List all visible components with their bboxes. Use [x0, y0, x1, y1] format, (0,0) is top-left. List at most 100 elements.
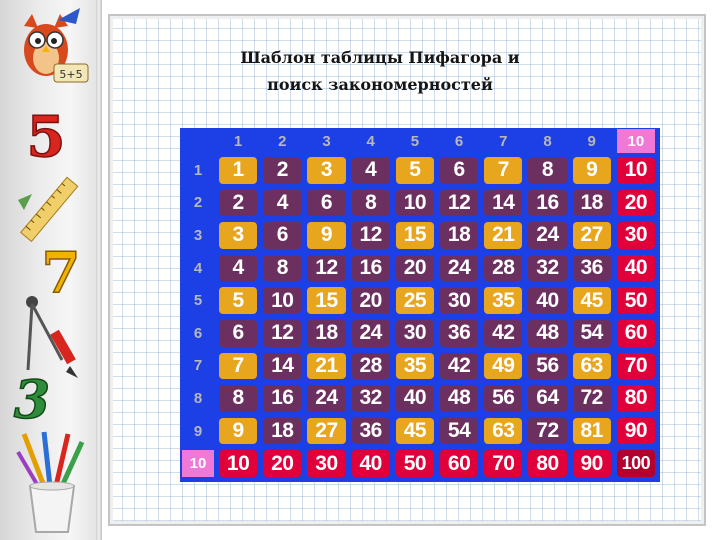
column-header: 5	[410, 132, 420, 150]
table-cell: 10	[616, 157, 655, 184]
table-cell: 14	[484, 189, 523, 217]
row-header: 6	[193, 324, 203, 342]
table-cell: 6	[263, 222, 302, 249]
table-cell: 48	[440, 385, 479, 412]
table-cell: 5	[395, 157, 434, 184]
column-header: 8	[543, 132, 552, 150]
table-cell: 20	[351, 287, 390, 314]
table-cell: 60	[440, 450, 479, 477]
table-cell: 90	[572, 450, 611, 477]
table-cell: 54	[572, 320, 611, 347]
table-cell: 36	[440, 320, 479, 347]
table-cell: 40	[395, 385, 434, 412]
table-cell: 40	[616, 254, 655, 282]
table-cell: 16	[263, 385, 302, 412]
table-cell: 50	[395, 450, 434, 477]
table-cell: 3	[219, 222, 258, 249]
table-cell: 48	[528, 320, 567, 347]
compass-icon	[26, 296, 78, 378]
table-cell: 30	[440, 287, 479, 314]
table-cell: 81	[572, 417, 611, 445]
table-cell: 18	[263, 417, 302, 445]
table-cell: 50	[616, 287, 655, 314]
table-cell: 70	[484, 450, 523, 477]
table-cell: 21	[307, 352, 346, 380]
table-cell: 12	[440, 189, 479, 217]
table-cell: 54	[440, 417, 479, 445]
table-cell: 35	[484, 287, 523, 314]
table-cell: 60	[616, 320, 655, 347]
table-cell: 30	[395, 320, 434, 347]
table-cell: 32	[351, 385, 390, 412]
table-cell: 80	[528, 450, 567, 477]
table-cell: 2	[263, 157, 302, 184]
row-header: 4	[193, 259, 203, 277]
row-header: 9	[193, 422, 203, 440]
row-header: 8	[193, 389, 203, 407]
table-cell: 24	[307, 385, 346, 412]
column-header: 2	[278, 132, 287, 150]
table-cell: 3	[307, 157, 346, 184]
table-cell: 12	[307, 254, 346, 282]
table-cell: 100	[616, 450, 655, 477]
table-cell: 30	[616, 222, 655, 249]
svg-text:3: 3	[14, 370, 50, 426]
table-cell: 25	[395, 287, 434, 314]
table-cell: 4	[263, 189, 302, 217]
table-cell: 9	[219, 417, 258, 445]
table-cell: 35	[395, 352, 434, 380]
table-cell: 8	[263, 254, 302, 282]
row-header-highlighted: 10	[182, 450, 214, 477]
table-cell: 6	[440, 157, 479, 184]
column-header: 6	[454, 132, 464, 150]
table-cell: 90	[616, 417, 655, 445]
table-cell: 10	[263, 287, 302, 314]
column-header-highlighted: 10	[616, 129, 655, 153]
row-header: 1	[193, 161, 203, 179]
column-header: 1	[233, 132, 243, 150]
table-cell: 70	[616, 352, 655, 380]
table-cell: 15	[307, 287, 346, 314]
table-cell: 45	[572, 287, 611, 314]
table-cell: 14	[263, 352, 302, 380]
table-cell: 6	[219, 320, 258, 347]
table-cell: 12	[263, 320, 302, 347]
table-cell: 24	[528, 222, 567, 249]
table-cell: 28	[351, 352, 390, 380]
table-cell: 20	[395, 254, 434, 282]
table-cell: 27	[307, 417, 346, 445]
table-cell: 15	[395, 222, 434, 249]
table-cell: 10	[395, 189, 434, 217]
table-cell: 8	[219, 385, 258, 412]
table-cell: 36	[351, 417, 390, 445]
table-cell: 30	[307, 450, 346, 477]
ruler-icon	[18, 176, 79, 243]
table-cell: 18	[440, 222, 479, 249]
table-cell: 16	[351, 254, 390, 282]
table-cell: 4	[351, 157, 390, 184]
table-cell: 72	[528, 417, 567, 445]
pythagoras-table: 1 2 3 4 5 6 7 8 9 10 1 2 3 4 5 6 7 8 9 10 1 2 3 4 5 6 7 8 9 10 2 4 6 8 10 1…	[180, 128, 660, 482]
table-cell: 63	[484, 417, 523, 445]
owl-sign-text: 5+5	[59, 68, 82, 81]
svg-text:5: 5	[27, 104, 66, 164]
table-cell: 9	[307, 222, 346, 249]
table-cell: 20	[263, 450, 302, 477]
table-cell: 18	[307, 320, 346, 347]
table-cell: 42	[484, 320, 523, 347]
table-cell: 10	[219, 450, 258, 477]
table-cell: 20	[616, 189, 655, 217]
title-line-2: поиск закономерностей	[267, 75, 493, 94]
row-header: 3	[193, 226, 203, 244]
table-cell: 6	[307, 189, 346, 217]
table-cell: 56	[528, 352, 567, 380]
table-cell: 8	[351, 189, 390, 217]
table-cell: 80	[616, 385, 655, 412]
owl-icon: 5+5	[24, 8, 89, 83]
table-cell: 24	[440, 254, 479, 282]
table-cell: 5	[219, 287, 258, 314]
table-cell: 72	[572, 385, 611, 412]
table-cell: 7	[219, 352, 258, 380]
table-cell: 56	[484, 385, 523, 412]
row-header: 7	[193, 357, 203, 375]
